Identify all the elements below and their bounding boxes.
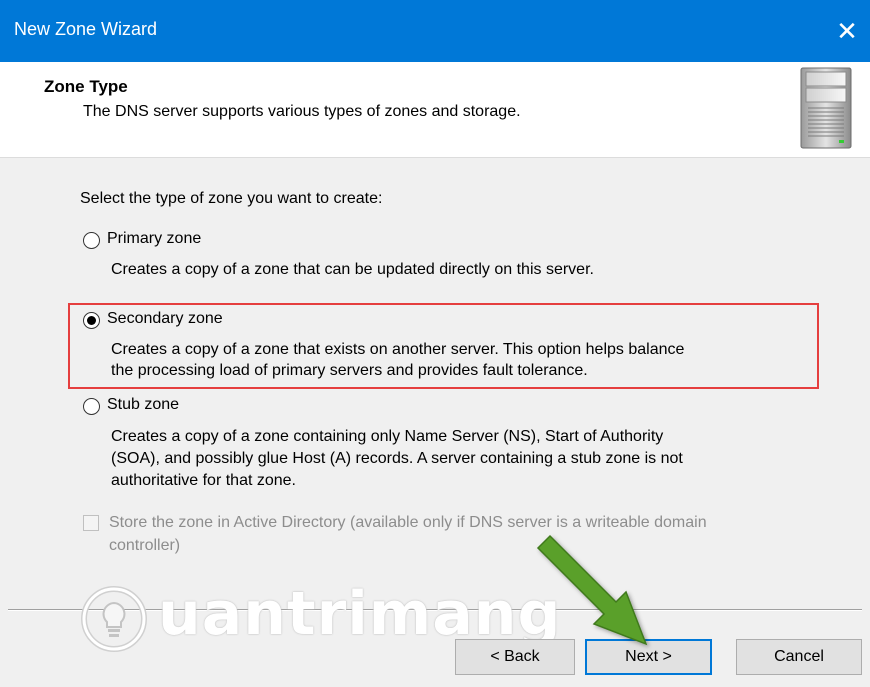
primary-zone-label[interactable]: Primary zone <box>107 230 201 248</box>
close-icon[interactable]: ✕ <box>824 0 870 62</box>
cancel-button[interactable]: Cancel <box>736 639 862 675</box>
primary-zone-description: Creates a copy of a zone that can be upd… <box>111 261 594 278</box>
window-title: New Zone Wizard <box>14 19 158 39</box>
store-in-ad-label-line1: Store the zone in Active Directory (avai… <box>109 514 707 531</box>
radio-secondary-zone[interactable] <box>83 312 100 329</box>
store-in-ad-checkbox[interactable] <box>83 515 99 531</box>
lightbulb-icon <box>81 586 147 652</box>
next-button[interactable]: Next > <box>585 639 712 675</box>
radio-primary-zone[interactable] <box>83 232 100 249</box>
secondary-zone-description-line1: Creates a copy of a zone that exists on … <box>111 341 685 358</box>
stub-zone-description-line3: authoritative for that zone. <box>111 472 296 489</box>
stub-zone-description-line1: Creates a copy of a zone containing only… <box>111 428 664 445</box>
wizard-window: New Zone Wizard ✕ Zone Type The DNS serv… <box>0 0 870 687</box>
stub-zone-label[interactable]: Stub zone <box>107 396 179 414</box>
store-in-ad-label-line2: controller) <box>109 537 181 554</box>
back-button[interactable]: < Back <box>455 639 575 675</box>
secondary-zone-label[interactable]: Secondary zone <box>107 310 223 328</box>
title-bar: New Zone Wizard ✕ <box>0 0 870 62</box>
page-subtitle: The DNS server supports various types of… <box>83 103 521 120</box>
server-tower-icon <box>800 67 852 149</box>
page-title: Zone Type <box>44 77 128 96</box>
radio-selected-dot <box>87 316 96 325</box>
stub-zone-description-line2: (SOA), and possibly glue Host (A) record… <box>111 450 683 467</box>
radio-stub-zone[interactable] <box>83 398 100 415</box>
wizard-header: Zone Type The DNS server supports variou… <box>0 62 870 158</box>
secondary-zone-description-line2: the processing load of primary servers a… <box>111 362 588 379</box>
zone-type-prompt: Select the type of zone you want to crea… <box>80 190 383 207</box>
